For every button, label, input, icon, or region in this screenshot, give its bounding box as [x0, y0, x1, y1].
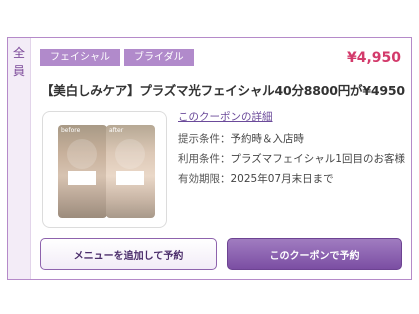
tag-bridal: ブライダル: [124, 49, 194, 66]
detail-value: プラズマフェイシャル1回目のお客様: [230, 153, 405, 165]
coupon-photo-frame[interactable]: before after: [42, 111, 167, 228]
before-photo: before: [58, 125, 107, 218]
after-photo: after: [106, 125, 155, 218]
detail-key: 有効期限：: [178, 173, 231, 185]
detail-value: 2025年07月末日まで: [230, 173, 334, 185]
privacy-mask: [116, 171, 144, 185]
detail-key: 利用条件：: [178, 153, 231, 165]
privacy-mask: [68, 171, 96, 185]
face-shape: [115, 139, 145, 169]
coupon-card: 全 員 フェイシャル ブライダル ¥4,950 【美白しみケア】プラズマ光フェイ…: [7, 37, 412, 280]
detail-value: 予約時＆入店時: [230, 133, 305, 145]
add-menu-and-book-button[interactable]: メニューを追加して予約: [40, 238, 217, 270]
detail-row-presentation: 提示条件： 予約時＆入店時: [178, 130, 405, 148]
tag-facial: フェイシャル: [40, 49, 120, 66]
coupon-details: このクーポンの詳細 提示条件： 予約時＆入店時 利用条件： プラズマフェイシャル…: [178, 109, 405, 190]
after-photo-label: after: [109, 127, 124, 134]
target-tab-char-2: 員: [12, 64, 25, 78]
coupon-content: フェイシャル ブライダル ¥4,950 【美白しみケア】プラズマ光フェイシャル4…: [38, 38, 411, 279]
face-shape: [67, 139, 97, 169]
target-tab-char-1: 全: [12, 46, 25, 60]
detail-row-conditions: 利用条件： プラズマフェイシャル1回目のお客様: [178, 150, 405, 168]
detail-row-expiry: 有効期限： 2025年07月末日まで: [178, 170, 405, 188]
coupon-price: ¥4,950: [346, 50, 401, 66]
category-tags: フェイシャル ブライダル: [40, 49, 194, 66]
before-photo-label: before: [61, 127, 81, 134]
coupon-title: 【美白しみケア】プラズマ光フェイシャル40分8800円が¥4950: [41, 83, 405, 98]
coupon-detail-link[interactable]: このクーポンの詳細: [178, 109, 405, 124]
target-tab: 全 員: [8, 38, 31, 279]
book-with-coupon-button[interactable]: このクーポンで予約: [227, 238, 402, 270]
detail-key: 提示条件：: [178, 133, 231, 145]
